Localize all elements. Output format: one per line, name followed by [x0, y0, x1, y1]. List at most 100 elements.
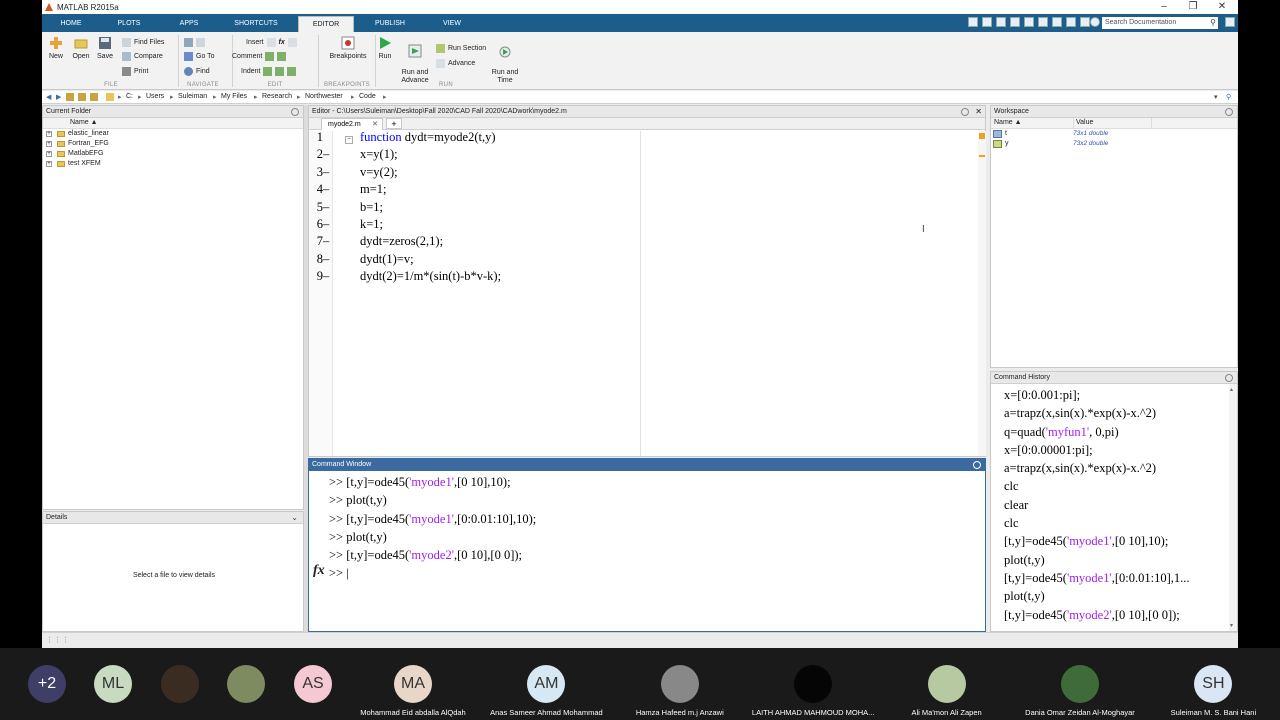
- search-folder-icon[interactable]: ⚲: [1226, 93, 1231, 101]
- forward-icon[interactable]: ▶: [56, 93, 61, 101]
- workspace-value-column[interactable]: Value: [1073, 118, 1093, 128]
- run-and-time-button[interactable]: Run and Time: [488, 36, 522, 85]
- folder-row[interactable]: + test XFEM: [43, 159, 303, 169]
- back-icon[interactable]: ◀: [46, 93, 51, 101]
- workspace-variable-row[interactable]: y 73x2 double: [991, 139, 1237, 149]
- breadcrumb-users[interactable]: Users: [146, 93, 164, 100]
- breakpoint-dash[interactable]: –: [323, 269, 329, 284]
- go-to-button[interactable]: Go To: [184, 51, 215, 62]
- save-quick-icon[interactable]: [982, 17, 992, 27]
- find-files-button[interactable]: Find Files: [122, 37, 164, 48]
- run-section-button[interactable]: Run Section: [436, 43, 486, 54]
- collapse-ribbon-icon[interactable]: [1225, 17, 1235, 27]
- breakpoint-dash[interactable]: –: [323, 165, 329, 180]
- folder-row[interactable]: + elastic_linear: [43, 129, 303, 139]
- code-area[interactable]: 1 function dydt=myode2(t,y) 2– x=y(1); 3– v…: [317, 130, 501, 287]
- panel-menu-icon[interactable]: [291, 108, 299, 116]
- tab-shortcuts[interactable]: SHORTCUTS: [226, 16, 286, 32]
- find-button[interactable]: Find: [184, 66, 210, 77]
- copy-icon[interactable]: [1010, 17, 1020, 27]
- breakpoint-dash[interactable]: –: [323, 252, 329, 267]
- history-entry[interactable]: clc: [1004, 479, 1228, 497]
- breakpoint-dash[interactable]: –: [323, 234, 329, 249]
- community-icon[interactable]: [1080, 17, 1090, 27]
- back-forward-button[interactable]: [184, 37, 205, 48]
- history-entry[interactable]: a=trapz(x,sin(x).*exp(x)-x.^2): [1004, 406, 1228, 424]
- breakpoint-dash[interactable]: –: [323, 182, 329, 197]
- function-browser-fx-icon[interactable]: fx: [313, 563, 325, 579]
- comment-button[interactable]: Comment: [232, 51, 287, 62]
- undo-icon[interactable]: [1038, 17, 1048, 27]
- quick-access-icon[interactable]: [968, 17, 978, 27]
- editor-scrollbar[interactable]: [978, 131, 986, 456]
- insert-button[interactable]: Insert fx: [246, 37, 297, 48]
- tab-publish[interactable]: PUBLISH: [364, 16, 416, 32]
- history-list[interactable]: x=[0:0.001:pi]; a=trapz(x,sin(x).*exp(x)…: [1004, 388, 1228, 626]
- history-entry[interactable]: clc: [1004, 516, 1228, 534]
- indent-button[interactable]: Indent: [241, 66, 297, 77]
- breadcrumb-northwester[interactable]: Northwester: [305, 93, 343, 100]
- tab-home[interactable]: HOME: [48, 16, 94, 32]
- history-entry[interactable]: x=[0:0.00001:pi];: [1004, 443, 1228, 461]
- restore-button[interactable]: ❐: [1179, 0, 1207, 14]
- history-entry[interactable]: [t,y]=ode45('myode1',[0:0.01:10],1...: [1004, 571, 1228, 589]
- history-entry[interactable]: [t,y]=ode45('myode1',[0 10],10);: [1004, 534, 1228, 552]
- browse-folder-icon[interactable]: [78, 93, 86, 101]
- chevron-down-icon[interactable]: ⌄: [291, 512, 298, 523]
- run-and-advance-button[interactable]: Run and Advance: [398, 36, 432, 85]
- new-tab-plus-icon[interactable]: +: [386, 118, 402, 129]
- help-icon[interactable]: [1090, 17, 1100, 27]
- command-output[interactable]: >> [t,y]=ode45('myode1',[0 10],10); >> p…: [329, 475, 536, 585]
- history-entry[interactable]: plot(t,y): [1004, 553, 1228, 571]
- breakpoint-dash[interactable]: –: [323, 200, 329, 215]
- editor-close-icon[interactable]: ✕: [975, 106, 982, 117]
- workspace-name-column[interactable]: Name ▲: [994, 118, 1022, 128]
- expand-icon[interactable]: +: [46, 151, 52, 157]
- editor-menu-icon[interactable]: [961, 108, 969, 116]
- close-button[interactable]: ✕: [1208, 0, 1236, 14]
- tab-plots[interactable]: PLOTS: [104, 16, 154, 32]
- tab-apps[interactable]: APPS: [164, 16, 214, 32]
- tab-editor[interactable]: EDITOR: [298, 16, 354, 32]
- name-column-header[interactable]: Name ▲: [43, 118, 303, 129]
- history-entry[interactable]: q=quad('myfun1', 0,pi): [1004, 425, 1228, 443]
- search-icon[interactable]: ⚲: [1210, 17, 1216, 28]
- compare-button[interactable]: Compare: [122, 51, 163, 62]
- tab-view[interactable]: VIEW: [428, 16, 476, 32]
- open-button[interactable]: Open: [72, 36, 90, 60]
- fold-code-icon[interactable]: −: [345, 136, 353, 144]
- folder-row[interactable]: + Fortran_EFG: [43, 139, 303, 149]
- history-entry[interactable]: plot(t,y): [1004, 589, 1228, 607]
- address-dropdown-icon[interactable]: ▾: [1214, 93, 1218, 101]
- redo-icon[interactable]: [1052, 17, 1062, 27]
- breakpoint-dash[interactable]: –: [323, 147, 329, 162]
- search-documentation-input[interactable]: Search Documentation ⚲: [1102, 17, 1218, 29]
- save-button[interactable]: Save: [96, 36, 114, 60]
- breadcrumb-drive[interactable]: C:: [126, 93, 133, 100]
- history-entry[interactable]: [t,y]=ode45('myode2',[0 10],[0 0]);: [1004, 608, 1228, 626]
- history-menu-icon[interactable]: [1225, 374, 1233, 382]
- command-window-menu-icon[interactable]: [973, 461, 981, 469]
- workspace-variable-row[interactable]: t 73x1 double: [991, 129, 1237, 139]
- breakpoint-dash[interactable]: –: [323, 217, 329, 232]
- cut-icon[interactable]: [996, 17, 1006, 27]
- breakpoints-button[interactable]: Breakpoints: [328, 36, 368, 60]
- switch-windows-icon[interactable]: [1066, 17, 1076, 27]
- up-folder-icon[interactable]: [66, 93, 74, 101]
- new-button[interactable]: New: [48, 36, 64, 60]
- folder-row[interactable]: + MatlabEFG: [43, 149, 303, 159]
- workspace-menu-icon[interactable]: [1225, 108, 1233, 116]
- analyzer-marker[interactable]: [979, 155, 985, 157]
- scroll-up-icon[interactable]: ▴: [1230, 386, 1233, 393]
- minimize-button[interactable]: –: [1150, 0, 1178, 14]
- folder-nav-icon[interactable]: [90, 93, 98, 101]
- breadcrumb-my-files[interactable]: My Files: [221, 93, 247, 100]
- print-button[interactable]: Print: [122, 66, 148, 77]
- expand-icon[interactable]: +: [46, 141, 52, 147]
- advance-button[interactable]: Advance: [436, 58, 475, 69]
- scroll-down-icon[interactable]: ▾: [1230, 622, 1233, 629]
- file-tab-myode2[interactable]: myode2.m ✕: [321, 118, 383, 130]
- breadcrumb-code[interactable]: Code: [359, 93, 376, 100]
- paste-icon[interactable]: [1024, 17, 1034, 27]
- breadcrumb-research[interactable]: Research: [262, 93, 292, 100]
